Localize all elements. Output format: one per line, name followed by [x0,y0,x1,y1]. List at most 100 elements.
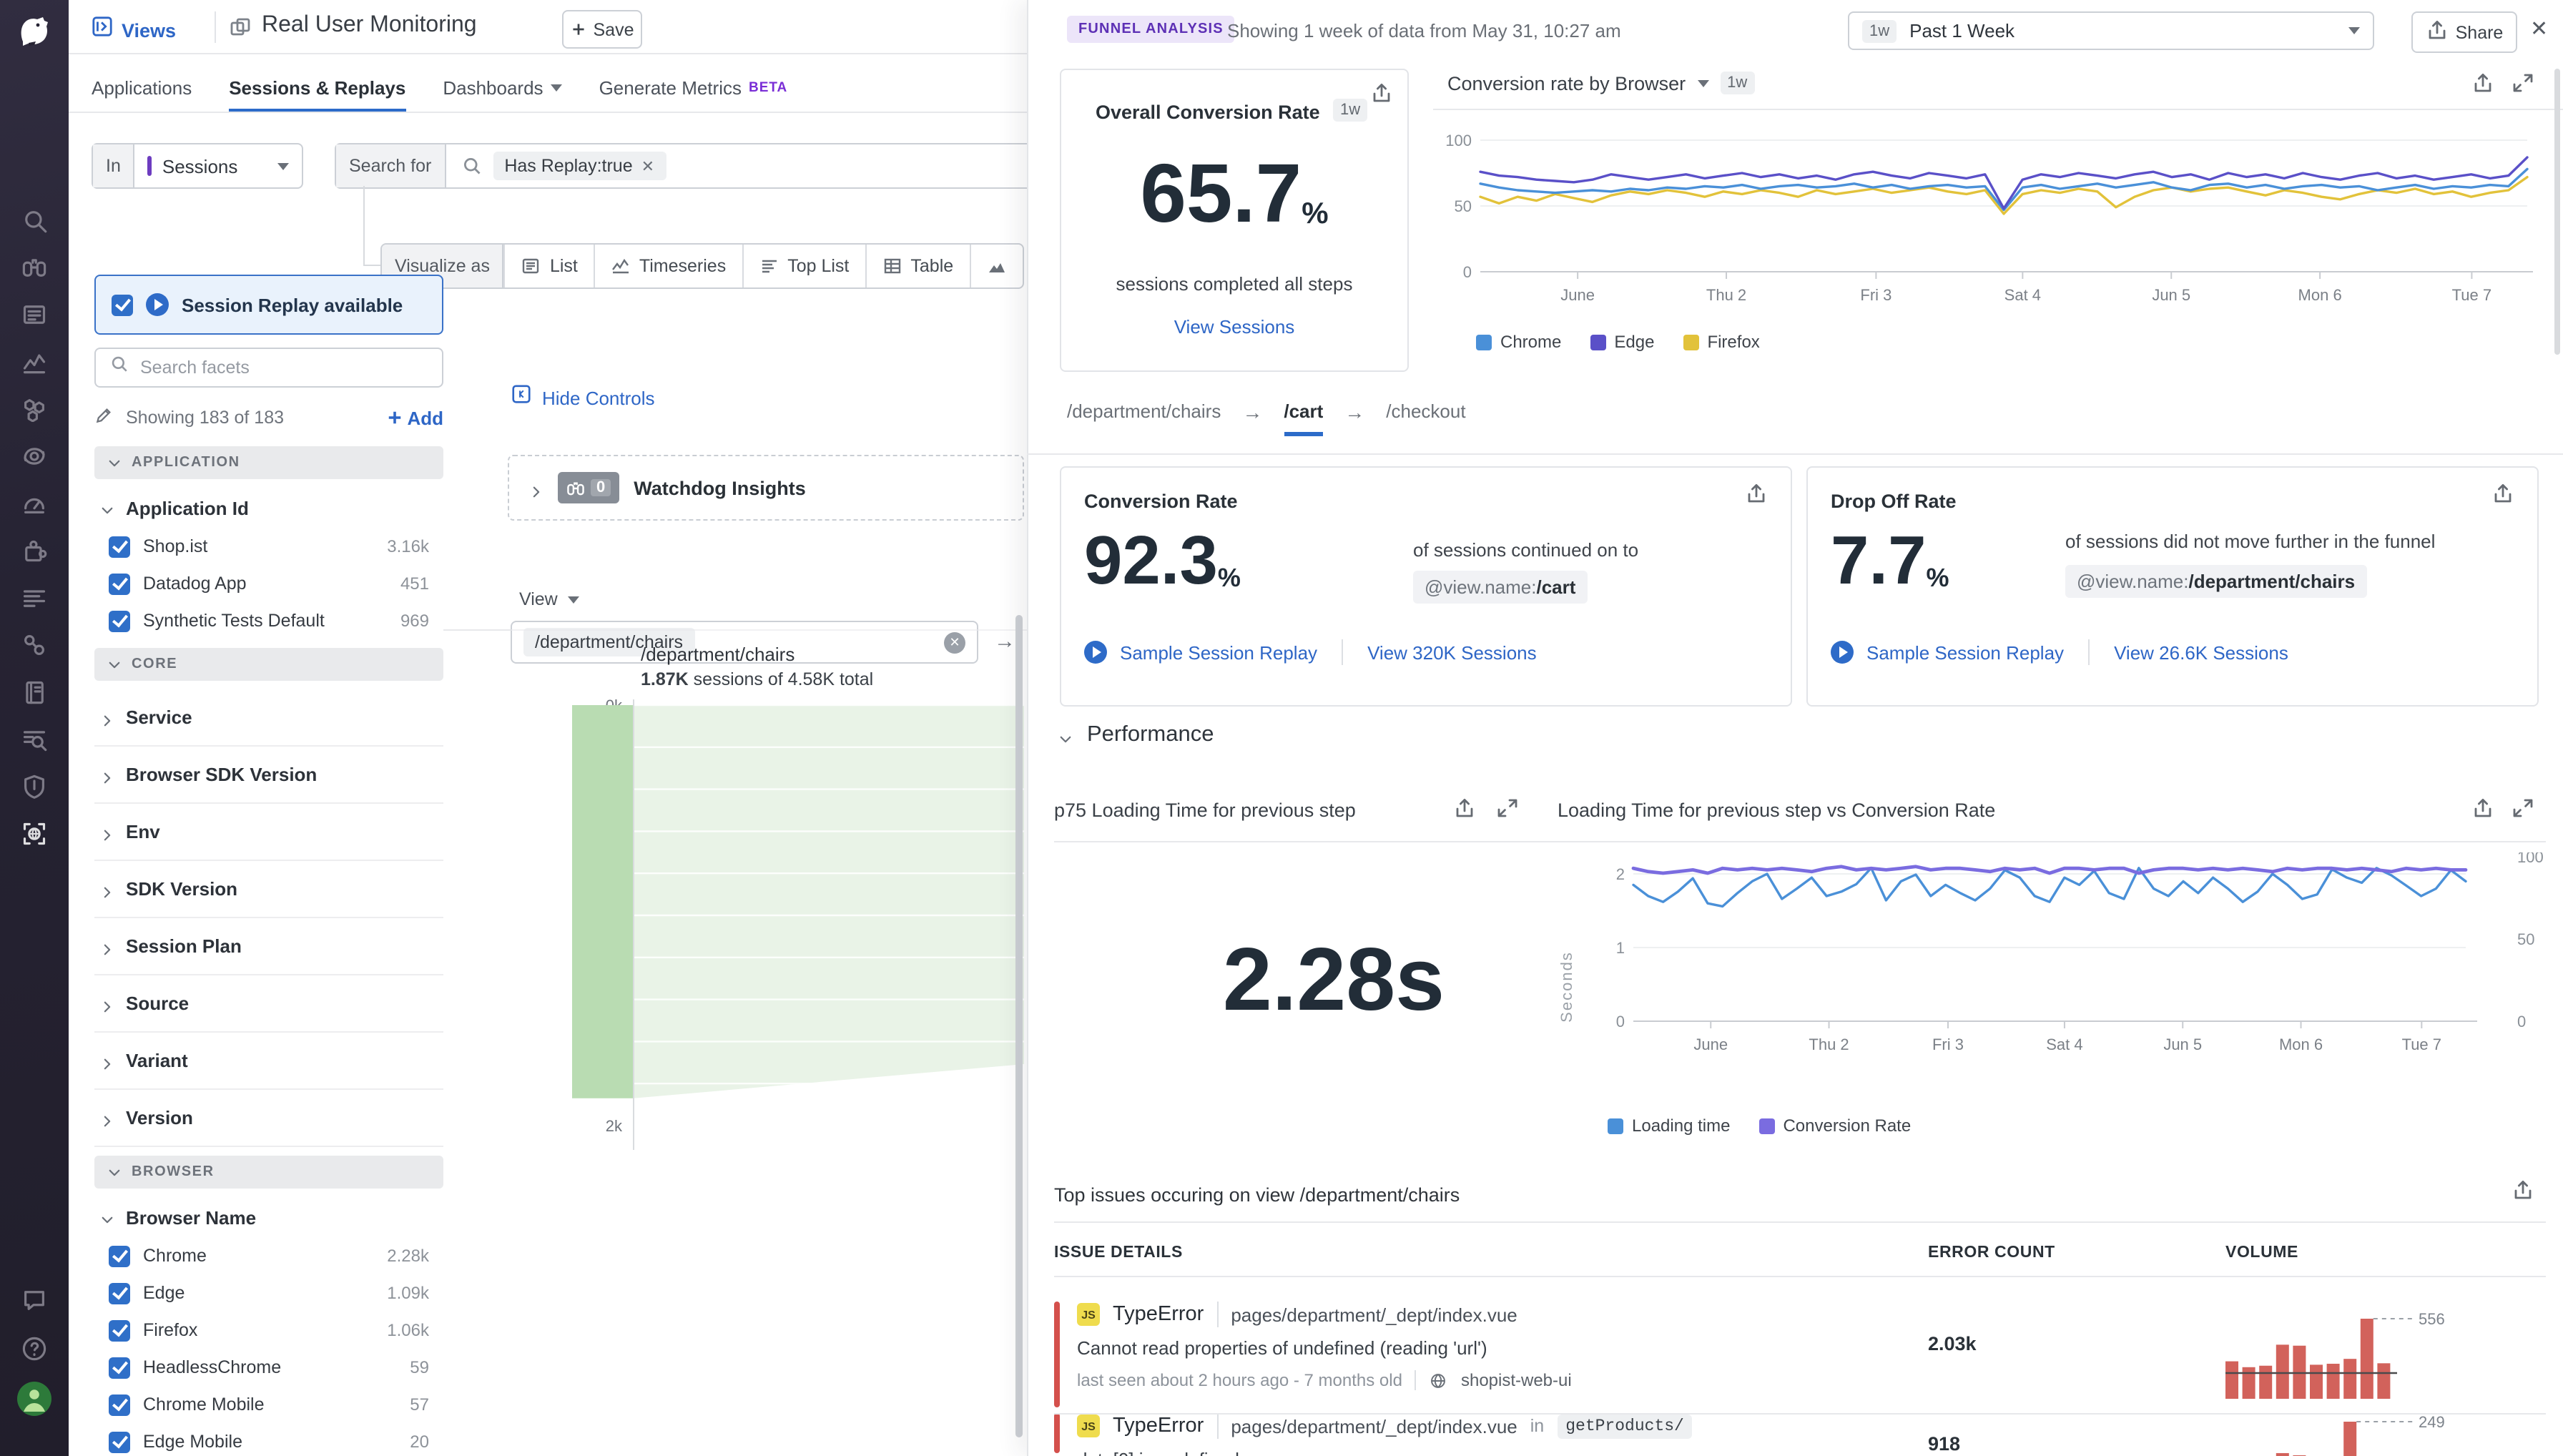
viz-option-timeseries[interactable]: Timeseries [594,245,742,287]
facet-value-row[interactable]: Synthetic Tests Default969 [94,602,443,639]
apm-icon[interactable] [21,443,47,469]
token-remove-icon[interactable]: ✕ [641,157,654,175]
share-button[interactable]: Share [2411,11,2517,53]
checkbox[interactable] [109,536,130,557]
facet-value-row[interactable]: Edge Mobile20 [94,1423,443,1456]
close-panel-button[interactable]: ✕ [2530,16,2548,41]
add-facet-button[interactable]: Add [385,407,443,428]
checkbox[interactable] [109,1394,130,1415]
hide-controls-button[interactable]: Hide Controls [511,383,655,412]
browser-chart-header[interactable]: Conversion rate by Browser 1w [1447,72,1754,94]
facet-env[interactable]: Env [94,804,443,861]
funnel-step-2[interactable]: /checkout [1386,400,1465,422]
export-icon[interactable] [1745,482,1768,512]
export-icon[interactable] [1453,797,1476,827]
chevron-right-icon[interactable] [529,481,543,495]
legend-item-edge[interactable]: Edge [1590,332,1654,352]
issue-row[interactable]: JSTypeErrorpages/department/_dept/index.… [1054,1402,2546,1456]
integrations-icon[interactable] [21,538,47,564]
facet-session-plan[interactable]: Session Plan [94,918,443,975]
chat-icon[interactable] [21,1287,47,1313]
sample-replay-link[interactable]: Sample Session Replay [1866,641,2064,663]
view-sessions-link[interactable]: View Sessions [1061,316,1407,338]
scope-select[interactable]: In Sessions [92,143,303,189]
help-icon[interactable] [21,1336,47,1362]
funnel-step-1[interactable]: /cart [1284,400,1323,436]
checkbox[interactable] [109,1245,130,1266]
panel-scrollbar[interactable] [2554,69,2560,355]
save-button[interactable]: Save [562,10,642,49]
view-step-selector[interactable]: View [519,589,579,609]
facet-value-row[interactable]: HeadlessChrome59 [94,1349,443,1386]
facet-value-row[interactable]: Shop.ist3.16k [94,528,443,565]
pencil-icon[interactable] [94,404,114,431]
tab-applications[interactable]: Applications [92,63,192,113]
user-avatar[interactable] [17,1382,51,1416]
ci-icon[interactable] [21,632,47,658]
funnel-step-0[interactable]: /department/chairs [1067,400,1221,422]
facet-value-row[interactable]: Datadog App451 [94,565,443,602]
view-sessions-link[interactable]: View 26.6K Sessions [2114,641,2288,663]
dropoff-token[interactable]: @view.name: /department/chairs [2065,565,2366,598]
facet-variant[interactable]: Variant [94,1033,443,1090]
content-scrollbar[interactable] [1015,615,1023,1437]
facet-value-row[interactable]: Chrome Mobile57 [94,1386,443,1423]
facet-group-application[interactable]: APPLICATION [94,446,443,479]
watchdog-icon[interactable] [21,255,47,280]
performance-section-header[interactable]: Performance [1058,722,1214,748]
search-facets-input[interactable]: Search facets [94,348,443,388]
clear-icon[interactable]: ✕ [944,631,965,653]
datadog-logo[interactable] [14,11,54,51]
export-icon[interactable] [2471,797,2494,827]
conversion-token[interactable]: @view.name: /cart [1413,571,1587,604]
legend-item-conversion-rate[interactable]: Conversion Rate [1758,1116,1911,1136]
views-button[interactable]: Views [92,14,176,46]
expand-icon[interactable] [2512,72,2534,102]
facet-value-row[interactable]: Firefox1.06k [94,1312,443,1349]
search-input[interactable]: Search for Has Replay:true ✕ [335,143,1053,189]
viz-option-list[interactable]: List [504,245,594,287]
viz-option-table[interactable]: Table [865,245,969,287]
checkbox[interactable] [112,294,133,315]
query-token[interactable]: Has Replay:true ✕ [493,152,666,180]
sample-replay-link[interactable]: Sample Session Replay [1120,641,1317,663]
tab-generate-metrics[interactable]: Generate MetricsBETA [599,63,788,113]
security-icon[interactable] [21,774,47,800]
facet-value-row[interactable]: Edge1.09k [94,1274,443,1312]
notebook-icon[interactable] [21,679,47,705]
export-icon[interactable] [2471,72,2494,102]
legend-item-firefox[interactable]: Firefox [1683,332,1759,352]
export-icon[interactable] [2491,482,2514,512]
facet-browser-sdk-version[interactable]: Browser SDK Version [94,747,443,804]
viz-option-funnel[interactable] [969,245,1022,287]
checkbox[interactable] [109,1431,130,1452]
export-icon[interactable] [1370,82,1393,112]
tab-sessions-replays[interactable]: Sessions & Replays [229,63,405,113]
facet-version[interactable]: Version [94,1090,443,1147]
facet-group-core[interactable]: CORE [94,648,443,681]
checkbox[interactable] [109,1319,130,1341]
facet-service[interactable]: Service [94,689,443,747]
dashboards-icon[interactable] [21,491,47,516]
checkbox[interactable] [109,1282,130,1304]
infrastructure-icon[interactable] [21,396,47,422]
export-icon[interactable] [2512,1179,2534,1209]
legend-item-loading-time[interactable]: Loading time [1608,1116,1730,1136]
log-explorer-icon[interactable] [21,727,47,752]
watchdog-insights-panel[interactable]: 0 Watchdog Insights [508,455,1024,521]
logs-icon[interactable] [21,585,47,611]
expand-icon[interactable] [1496,797,1519,827]
checkbox[interactable] [109,610,130,631]
facet-browser-name[interactable]: Browser Name [94,1197,443,1237]
facet-application-id[interactable]: Application Id [94,488,443,528]
tab-dashboards[interactable]: Dashboards [443,63,561,113]
checkbox[interactable] [109,573,130,594]
view-sessions-link[interactable]: View 320K Sessions [1367,641,1537,663]
legend-item-chrome[interactable]: Chrome [1476,332,1561,352]
timeframe-select[interactable]: 1w Past 1 Week [1848,11,2374,50]
expand-icon[interactable] [2512,797,2534,827]
session-replay-filter[interactable]: Session Replay available [94,275,443,335]
facet-sdk-version[interactable]: SDK Version [94,861,443,918]
facet-source[interactable]: Source [94,975,443,1033]
stream-icon[interactable] [21,302,47,328]
